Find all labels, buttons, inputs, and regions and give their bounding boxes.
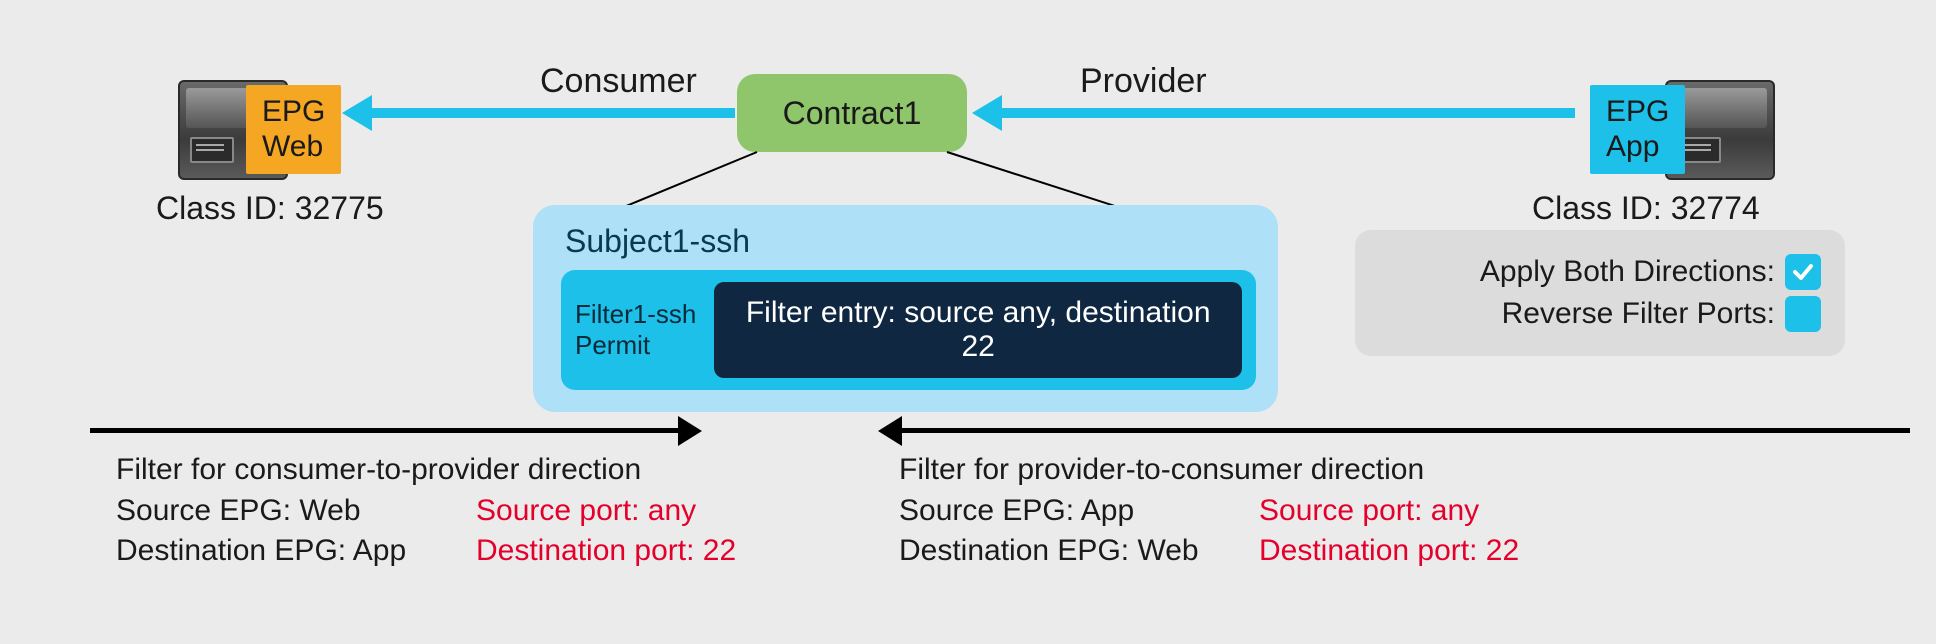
dir-p2c-dst-epg: Destination EPG: Web: [899, 531, 1259, 572]
opt-apply-both-label: Apply Both Directions:: [1480, 255, 1775, 289]
provider-label: Provider: [1080, 62, 1207, 101]
options-panel: Apply Both Directions: Reverse Filter Po…: [1355, 230, 1845, 356]
subject-title: Subject1-ssh: [561, 223, 1256, 260]
epg-web-label: EPG Web: [262, 95, 325, 163]
epg-app-tag: EPG App: [1590, 85, 1685, 174]
arrow-consumer-to-provider: [90, 428, 680, 433]
epg-web-class-id: Class ID: 32775: [156, 190, 384, 227]
opt-reverse-ports-row: Reverse Filter Ports:: [1379, 296, 1821, 332]
dir-c2p-title: Filter for consumer-to-provider directio…: [116, 450, 816, 491]
dir-p2c-title: Filter for provider-to-consumer directio…: [899, 450, 1659, 491]
contract-label: Contract1: [783, 95, 922, 132]
dir-c2p-dst-port: Destination port: 22: [476, 531, 736, 572]
contract-node: Contract1: [737, 74, 967, 152]
filter-box: Filter1-ssh Permit Filter entry: source …: [561, 270, 1256, 390]
epg-web-tag: EPG Web: [246, 85, 341, 174]
dir-c2p-src-epg: Source EPG: Web: [116, 491, 476, 532]
dir-p2c-src-epg: Source EPG: App: [899, 491, 1259, 532]
dir-c2p-block: Filter for consumer-to-provider directio…: [116, 450, 816, 572]
consumer-label: Consumer: [540, 62, 697, 101]
epg-app-class-id: Class ID: 32774: [1532, 190, 1760, 227]
filter-left: Filter1-ssh Permit: [575, 299, 696, 361]
check-icon: [1791, 260, 1815, 284]
dir-c2p-src-port: Source port: any: [476, 491, 696, 532]
dir-p2c-dst-port: Destination port: 22: [1259, 531, 1519, 572]
epg-app-label: EPG App: [1606, 95, 1669, 163]
arrow-provider-to-consumer: [900, 428, 1910, 433]
arrow-consumer: [370, 108, 735, 118]
filter-action: Permit: [575, 330, 696, 361]
checkbox-apply-both[interactable]: [1785, 254, 1821, 290]
filter-entry: Filter entry: source any, destination 22: [714, 282, 1242, 378]
arrow-provider: [1000, 108, 1575, 118]
opt-reverse-ports-label: Reverse Filter Ports:: [1502, 297, 1775, 331]
dir-p2c-block: Filter for provider-to-consumer directio…: [899, 450, 1659, 572]
subject-box: Subject1-ssh Filter1-ssh Permit Filter e…: [533, 205, 1278, 412]
dir-p2c-src-port: Source port: any: [1259, 491, 1479, 532]
opt-apply-both-row: Apply Both Directions:: [1379, 254, 1821, 290]
filter-name: Filter1-ssh: [575, 299, 696, 330]
checkbox-reverse-ports[interactable]: [1785, 296, 1821, 332]
dir-c2p-dst-epg: Destination EPG: App: [116, 531, 476, 572]
